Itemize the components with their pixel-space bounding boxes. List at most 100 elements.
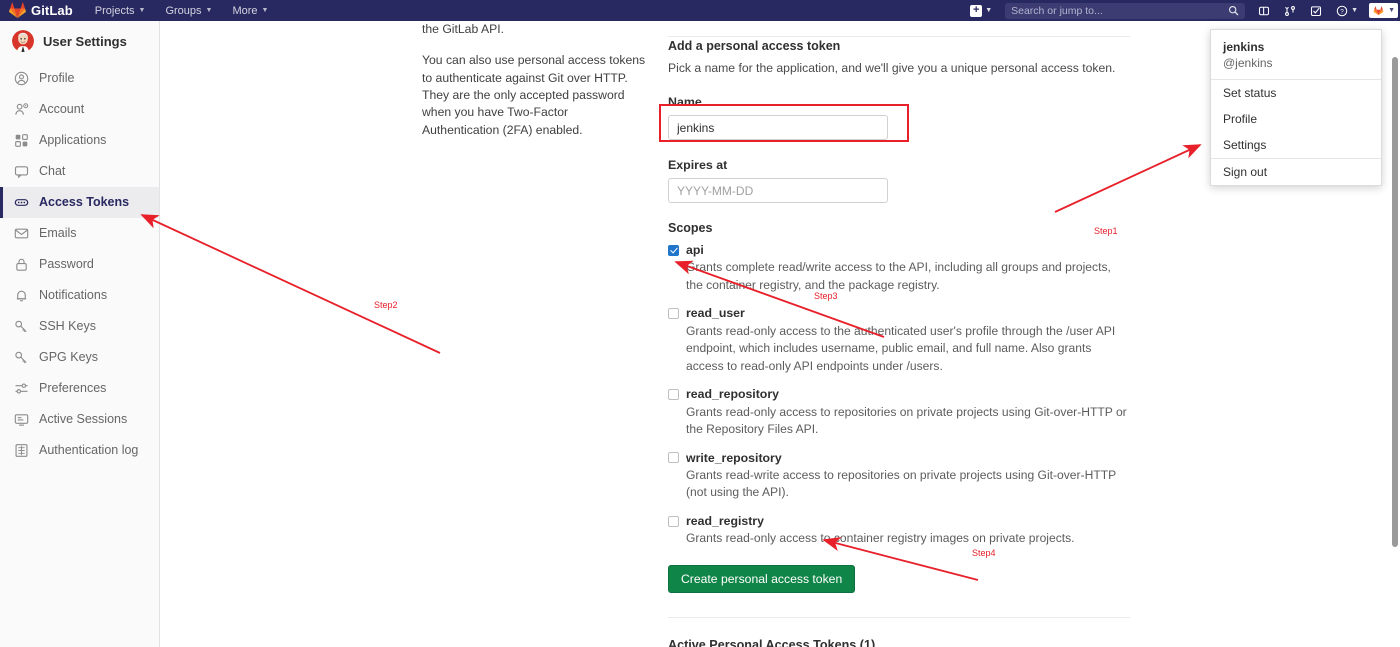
plus-square-icon: +	[970, 4, 983, 17]
intro-paragraph-1: the GitLab API.	[422, 22, 504, 36]
token-name-input[interactable]	[668, 115, 888, 140]
sidebar-item-applications[interactable]: Applications	[0, 125, 159, 156]
chat-bubble-icon	[14, 166, 29, 179]
token-expires-input[interactable]	[668, 178, 888, 203]
sidebar-item-label: Account	[39, 102, 85, 117]
page-scrollbar-thumb[interactable]	[1392, 57, 1398, 547]
user-avatar-icon	[1372, 4, 1386, 17]
sidebar-item-notifications[interactable]: Notifications	[0, 280, 159, 311]
intro-text-column: the GitLab API. You can also use persona…	[422, 21, 648, 153]
chevron-down-icon: ▼	[205, 7, 213, 14]
nav-link-more-label: More	[232, 4, 258, 17]
search-icon	[1229, 5, 1239, 16]
scope-checkbox-read-repository[interactable]	[668, 388, 679, 400]
menu-item-settings[interactable]: Settings	[1211, 132, 1381, 158]
sidebar-item-label: Active Sessions	[39, 412, 128, 427]
user-dropdown-menu: jenkins @jenkins Set status Profile Sett…	[1210, 29, 1382, 187]
sidebar-item-label: Password	[39, 257, 94, 272]
scope-row-read-registry: read_registry Grants read-only access to…	[668, 515, 1130, 548]
scope-name-read-registry: read_registry	[686, 513, 764, 528]
new-item-button[interactable]: + ▼	[963, 0, 999, 21]
sidebar-item-label: SSH Keys	[39, 319, 96, 334]
nav-link-groups[interactable]: Groups ▼	[165, 5, 212, 17]
gitlab-home-link[interactable]: GitLab	[0, 2, 73, 19]
scope-name-read-user: read_user	[686, 306, 745, 321]
key-icon	[15, 320, 27, 333]
sidebar-item-label: GPG Keys	[39, 350, 99, 365]
menu-item-profile[interactable]: Profile	[1211, 106, 1381, 132]
scope-description-write-repository: Grants read-write access to repositories…	[686, 467, 1116, 500]
scope-checkbox-read-user[interactable]	[668, 308, 679, 319]
sidebar-title: User Settings	[43, 33, 127, 49]
user-menu-button[interactable]: ▼	[1369, 3, 1398, 18]
navbar-right-area: + ▼ Search or jump to... ? ▼ ▼	[963, 0, 1400, 21]
search-input[interactable]	[1011, 4, 1229, 17]
form-subtitle: Pick a name for the application, and we'…	[668, 61, 1116, 75]
sidebar-header[interactable]: User Settings	[0, 21, 159, 61]
sidebar-item-emails[interactable]: Emails	[0, 218, 159, 249]
sidebar-nav-list: Profile Account Applications Chat Access…	[0, 63, 159, 466]
jenkins-butler-avatar-icon	[12, 30, 34, 52]
user-circle-icon	[14, 71, 29, 86]
sidebar-item-label: Authentication log	[39, 443, 139, 458]
todos-icon[interactable]	[1303, 0, 1329, 21]
lock-icon	[16, 258, 27, 271]
scopes-label: Scopes	[668, 221, 713, 235]
bell-icon	[16, 290, 27, 302]
sidebar-item-account[interactable]: Account	[0, 94, 159, 125]
applications-grid-icon	[15, 134, 28, 147]
name-field-wrapper	[659, 104, 909, 142]
key-icon	[15, 351, 27, 364]
sidebar-item-label: Emails	[39, 226, 77, 241]
menu-item-sign-out[interactable]: Sign out	[1211, 159, 1381, 185]
sidebar-item-gpg-keys[interactable]: GPG Keys	[0, 342, 159, 373]
expires-field-label: Expires at	[668, 158, 728, 172]
scope-checkbox-read-registry[interactable]	[668, 515, 679, 527]
sidebar-item-access-tokens[interactable]: Access Tokens	[0, 187, 159, 218]
scope-checkbox-api[interactable]	[668, 244, 679, 256]
create-personal-access-token-button[interactable]: Create personal access token	[668, 564, 856, 593]
top-divider	[668, 36, 1130, 37]
sidebar-item-label: Access Tokens	[39, 195, 130, 210]
chevron-down-icon: ▼	[138, 7, 146, 14]
search-box[interactable]	[1005, 2, 1246, 19]
main-content: the GitLab API. You can also use persona…	[160, 21, 1392, 647]
help-button[interactable]: ? ▼	[1329, 0, 1365, 21]
nav-link-more[interactable]: More ▼	[232, 5, 268, 17]
nav-link-projects[interactable]: Projects ▼	[95, 5, 146, 17]
scope-name-read-repository: read_repository	[686, 387, 779, 402]
scope-description-read-repository: Grants read-only access to repositories …	[686, 404, 1127, 437]
menu-item-set-status[interactable]: Set status	[1211, 80, 1381, 106]
gitlab-access-tokens-page: GitLab Projects ▼ Groups ▼ More ▼ + ▼ Se…	[0, 0, 1400, 647]
scope-description-read-user: Grants read-only access to the authentic…	[686, 323, 1116, 373]
sidebar-item-label: Profile	[39, 71, 75, 86]
top-navbar: GitLab Projects ▼ Groups ▼ More ▼ + ▼ Se…	[0, 0, 1400, 21]
sidebar-item-password[interactable]: Password	[0, 249, 159, 280]
gitlab-brand-text: GitLab	[31, 3, 73, 18]
active-tokens-heading: Active Personal Access Tokens (1)	[668, 637, 876, 647]
name-field-label: Name	[668, 95, 702, 109]
scope-row-api: api Grants complete read/write access to…	[668, 244, 1130, 294]
sidebar-item-active-sessions[interactable]: Active Sessions	[0, 404, 159, 435]
svg-text:?: ?	[1340, 8, 1344, 15]
merge-requests-icon[interactable]	[1277, 0, 1303, 21]
sidebar-item-preferences[interactable]: Preferences	[0, 373, 159, 404]
intro-paragraph-2: You can also use personal access tokens …	[422, 53, 646, 137]
sidebar-item-label: Notifications	[39, 288, 108, 303]
gitlab-tanuki-logo-icon	[9, 2, 26, 19]
form-heading: Add a personal access token	[668, 39, 841, 53]
sidebar-item-profile[interactable]: Profile	[0, 63, 159, 94]
issues-icon[interactable]	[1251, 0, 1277, 21]
nav-link-projects-label: Projects	[94, 4, 135, 17]
envelope-icon	[14, 228, 29, 239]
todos-check-glyph-icon	[1311, 5, 1322, 16]
sidebar-item-label: Applications	[39, 133, 107, 148]
monitor-icon	[14, 414, 29, 426]
sidebar-item-ssh-keys[interactable]: SSH Keys	[0, 311, 159, 342]
user-settings-sidebar: User Settings Profile Account Applicatio…	[0, 21, 160, 647]
scope-checkbox-write-repository[interactable]	[668, 452, 679, 464]
sidebar-item-authentication-log[interactable]: Authentication log	[0, 435, 159, 466]
user-dropdown-handle: @jenkins	[1223, 56, 1273, 71]
sidebar-item-label: Preferences	[39, 381, 107, 396]
sidebar-item-chat[interactable]: Chat	[0, 156, 159, 187]
